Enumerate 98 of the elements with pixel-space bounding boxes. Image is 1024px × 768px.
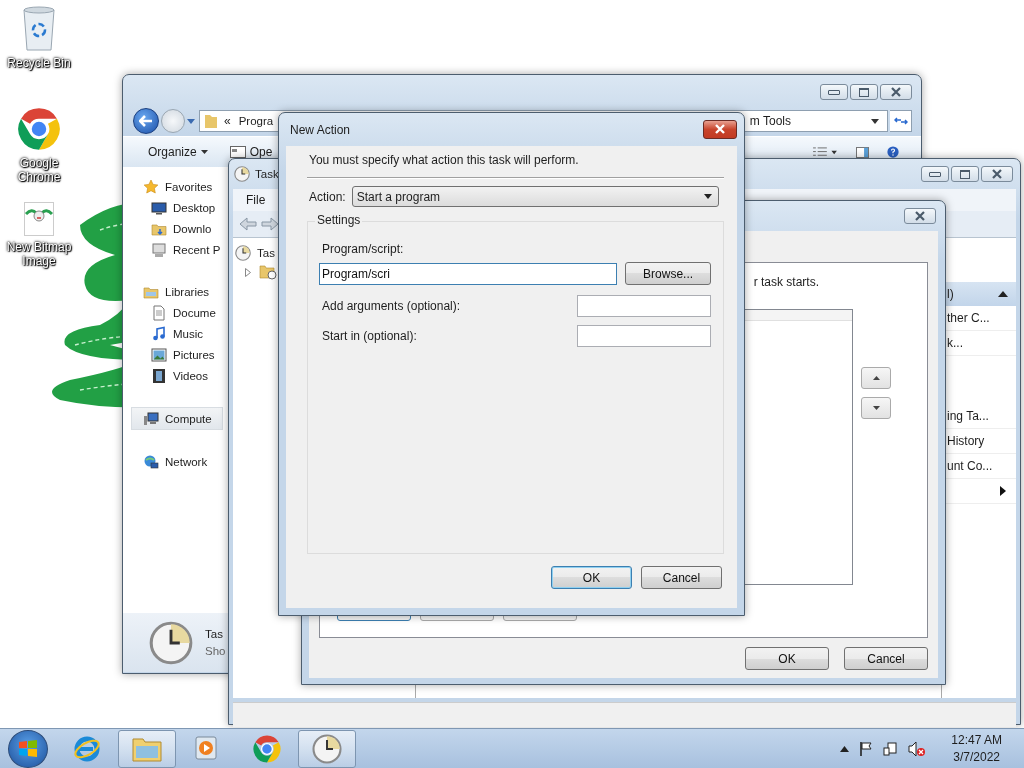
navigation-item[interactable]: Desktop bbox=[123, 197, 223, 218]
taskbar-button[interactable] bbox=[298, 730, 356, 768]
navigation-item[interactable]: Videos bbox=[123, 365, 223, 386]
picture-icon bbox=[151, 346, 167, 363]
monitor-icon bbox=[151, 199, 167, 216]
input-field[interactable] bbox=[577, 295, 711, 317]
refresh-arrows-icon bbox=[893, 115, 908, 127]
maximize-button[interactable] bbox=[951, 166, 979, 182]
clock-icon bbox=[234, 166, 250, 182]
start-logo-icon bbox=[17, 738, 39, 760]
close-icon bbox=[714, 124, 726, 134]
expand-icon[interactable] bbox=[245, 267, 251, 277]
film-icon bbox=[151, 367, 167, 384]
input-field[interactable]: Program/scri bbox=[319, 262, 618, 285]
close-button[interactable] bbox=[904, 208, 936, 224]
folder-icon bbox=[132, 736, 162, 762]
star-icon bbox=[143, 178, 159, 195]
navigation-item[interactable]: Docume bbox=[123, 302, 223, 323]
clock-icon bbox=[312, 734, 342, 764]
dialog-button[interactable]: OK bbox=[551, 566, 632, 589]
close-icon bbox=[991, 169, 1003, 179]
close-button[interactable] bbox=[981, 166, 1013, 182]
media-player-icon bbox=[195, 736, 219, 762]
action-dropdown[interactable]: Start a program bbox=[351, 186, 719, 207]
navigation-item[interactable]: Pictures bbox=[123, 344, 223, 365]
back-button[interactable] bbox=[133, 108, 159, 134]
hint-text: r task starts. bbox=[753, 275, 819, 289]
close-button[interactable] bbox=[703, 119, 737, 139]
dialog-title: New Action bbox=[290, 122, 351, 137]
input-field[interactable] bbox=[577, 325, 711, 347]
chrome-icon bbox=[252, 734, 282, 764]
clock-icon bbox=[149, 620, 193, 665]
action-label: Action: bbox=[309, 189, 346, 204]
view-options-icon[interactable] bbox=[812, 146, 838, 158]
instruction-text: You must specify what action this task will perform. bbox=[309, 153, 580, 167]
caret-icon bbox=[200, 150, 208, 154]
details-title: Tas bbox=[205, 628, 224, 640]
clock[interactable]: 12:47 AM 3/7/2022 bbox=[951, 732, 1002, 766]
submenu-arrow-icon[interactable] bbox=[1000, 486, 1006, 496]
music-note-icon bbox=[151, 325, 167, 342]
folder-icon bbox=[204, 113, 218, 129]
navigation-group[interactable]: Network bbox=[123, 451, 223, 472]
group-label: Settings bbox=[315, 213, 363, 227]
chrome-icon bbox=[16, 106, 62, 152]
computer-icon bbox=[143, 410, 159, 427]
navigation-item[interactable]: Recent P bbox=[123, 239, 223, 260]
field-label: Add arguments (optional): bbox=[322, 299, 461, 313]
scheduled-folder-icon[interactable] bbox=[259, 264, 277, 280]
move-up-button[interactable] bbox=[861, 367, 891, 389]
field-label: Program/script: bbox=[322, 242, 405, 256]
dialog-button[interactable]: OK bbox=[745, 647, 829, 670]
window-title: Task bbox=[255, 168, 279, 180]
caret-icon[interactable] bbox=[871, 118, 879, 124]
navigation-group[interactable]: Libraries bbox=[123, 281, 223, 302]
network-icon bbox=[143, 453, 159, 470]
minimize-button[interactable] bbox=[921, 166, 949, 182]
document-icon bbox=[151, 304, 167, 321]
maximize-button[interactable] bbox=[850, 84, 878, 100]
menu-item[interactable]: File bbox=[246, 193, 266, 207]
help-icon[interactable] bbox=[887, 146, 899, 158]
navigation-item[interactable]: Music bbox=[123, 323, 223, 344]
recycle-bin-icon[interactable] bbox=[22, 6, 56, 52]
navigation-group[interactable]: Compute bbox=[131, 407, 223, 430]
taskbar-button[interactable] bbox=[118, 730, 176, 768]
desktop-icon-label[interactable]: New Bitmap Image bbox=[1, 240, 77, 268]
up-arrow-icon bbox=[872, 376, 880, 380]
forward-arrow-icon[interactable] bbox=[261, 217, 279, 231]
move-down-button[interactable] bbox=[861, 397, 891, 419]
down-arrow-icon bbox=[872, 406, 880, 410]
tree-item[interactable]: Tas bbox=[233, 244, 275, 262]
flag-icon[interactable] bbox=[858, 741, 875, 757]
start-button[interactable] bbox=[8, 730, 48, 768]
recent-places-icon bbox=[151, 241, 167, 258]
field-label: Start in (optional): bbox=[322, 329, 417, 343]
refresh-button[interactable] bbox=[890, 110, 912, 132]
minimize-button[interactable] bbox=[820, 84, 848, 100]
browse-button[interactable]: Browse... bbox=[625, 262, 711, 285]
navigation-group[interactable]: Favorites bbox=[123, 176, 223, 197]
dialog-button[interactable]: Cancel bbox=[844, 647, 928, 670]
desktop-icon-label[interactable]: Google Chrome bbox=[1, 156, 77, 184]
show-hidden-icons-button[interactable] bbox=[840, 746, 850, 752]
details-subtitle: Sho bbox=[205, 645, 226, 657]
back-arrow-icon bbox=[139, 115, 153, 127]
close-icon bbox=[914, 211, 926, 221]
window-icon bbox=[229, 146, 246, 158]
navigation-item[interactable]: Downlo bbox=[123, 218, 223, 239]
bitmap-thumbnail-icon[interactable] bbox=[24, 202, 54, 236]
organize-menu[interactable]: Organize bbox=[148, 145, 208, 159]
close-icon bbox=[890, 87, 902, 97]
speaker-muted-icon[interactable] bbox=[908, 741, 927, 757]
close-button[interactable] bbox=[880, 84, 912, 100]
preview-pane-icon[interactable] bbox=[856, 146, 869, 158]
network-icon[interactable] bbox=[883, 741, 900, 757]
open-button[interactable]: Ope bbox=[229, 145, 273, 159]
browser-e-icon bbox=[73, 735, 101, 763]
dialog-button[interactable]: Cancel bbox=[641, 566, 722, 589]
desktop-icon-label[interactable]: Recycle Bin bbox=[1, 56, 77, 70]
collapse-arrow-icon bbox=[998, 291, 1008, 297]
